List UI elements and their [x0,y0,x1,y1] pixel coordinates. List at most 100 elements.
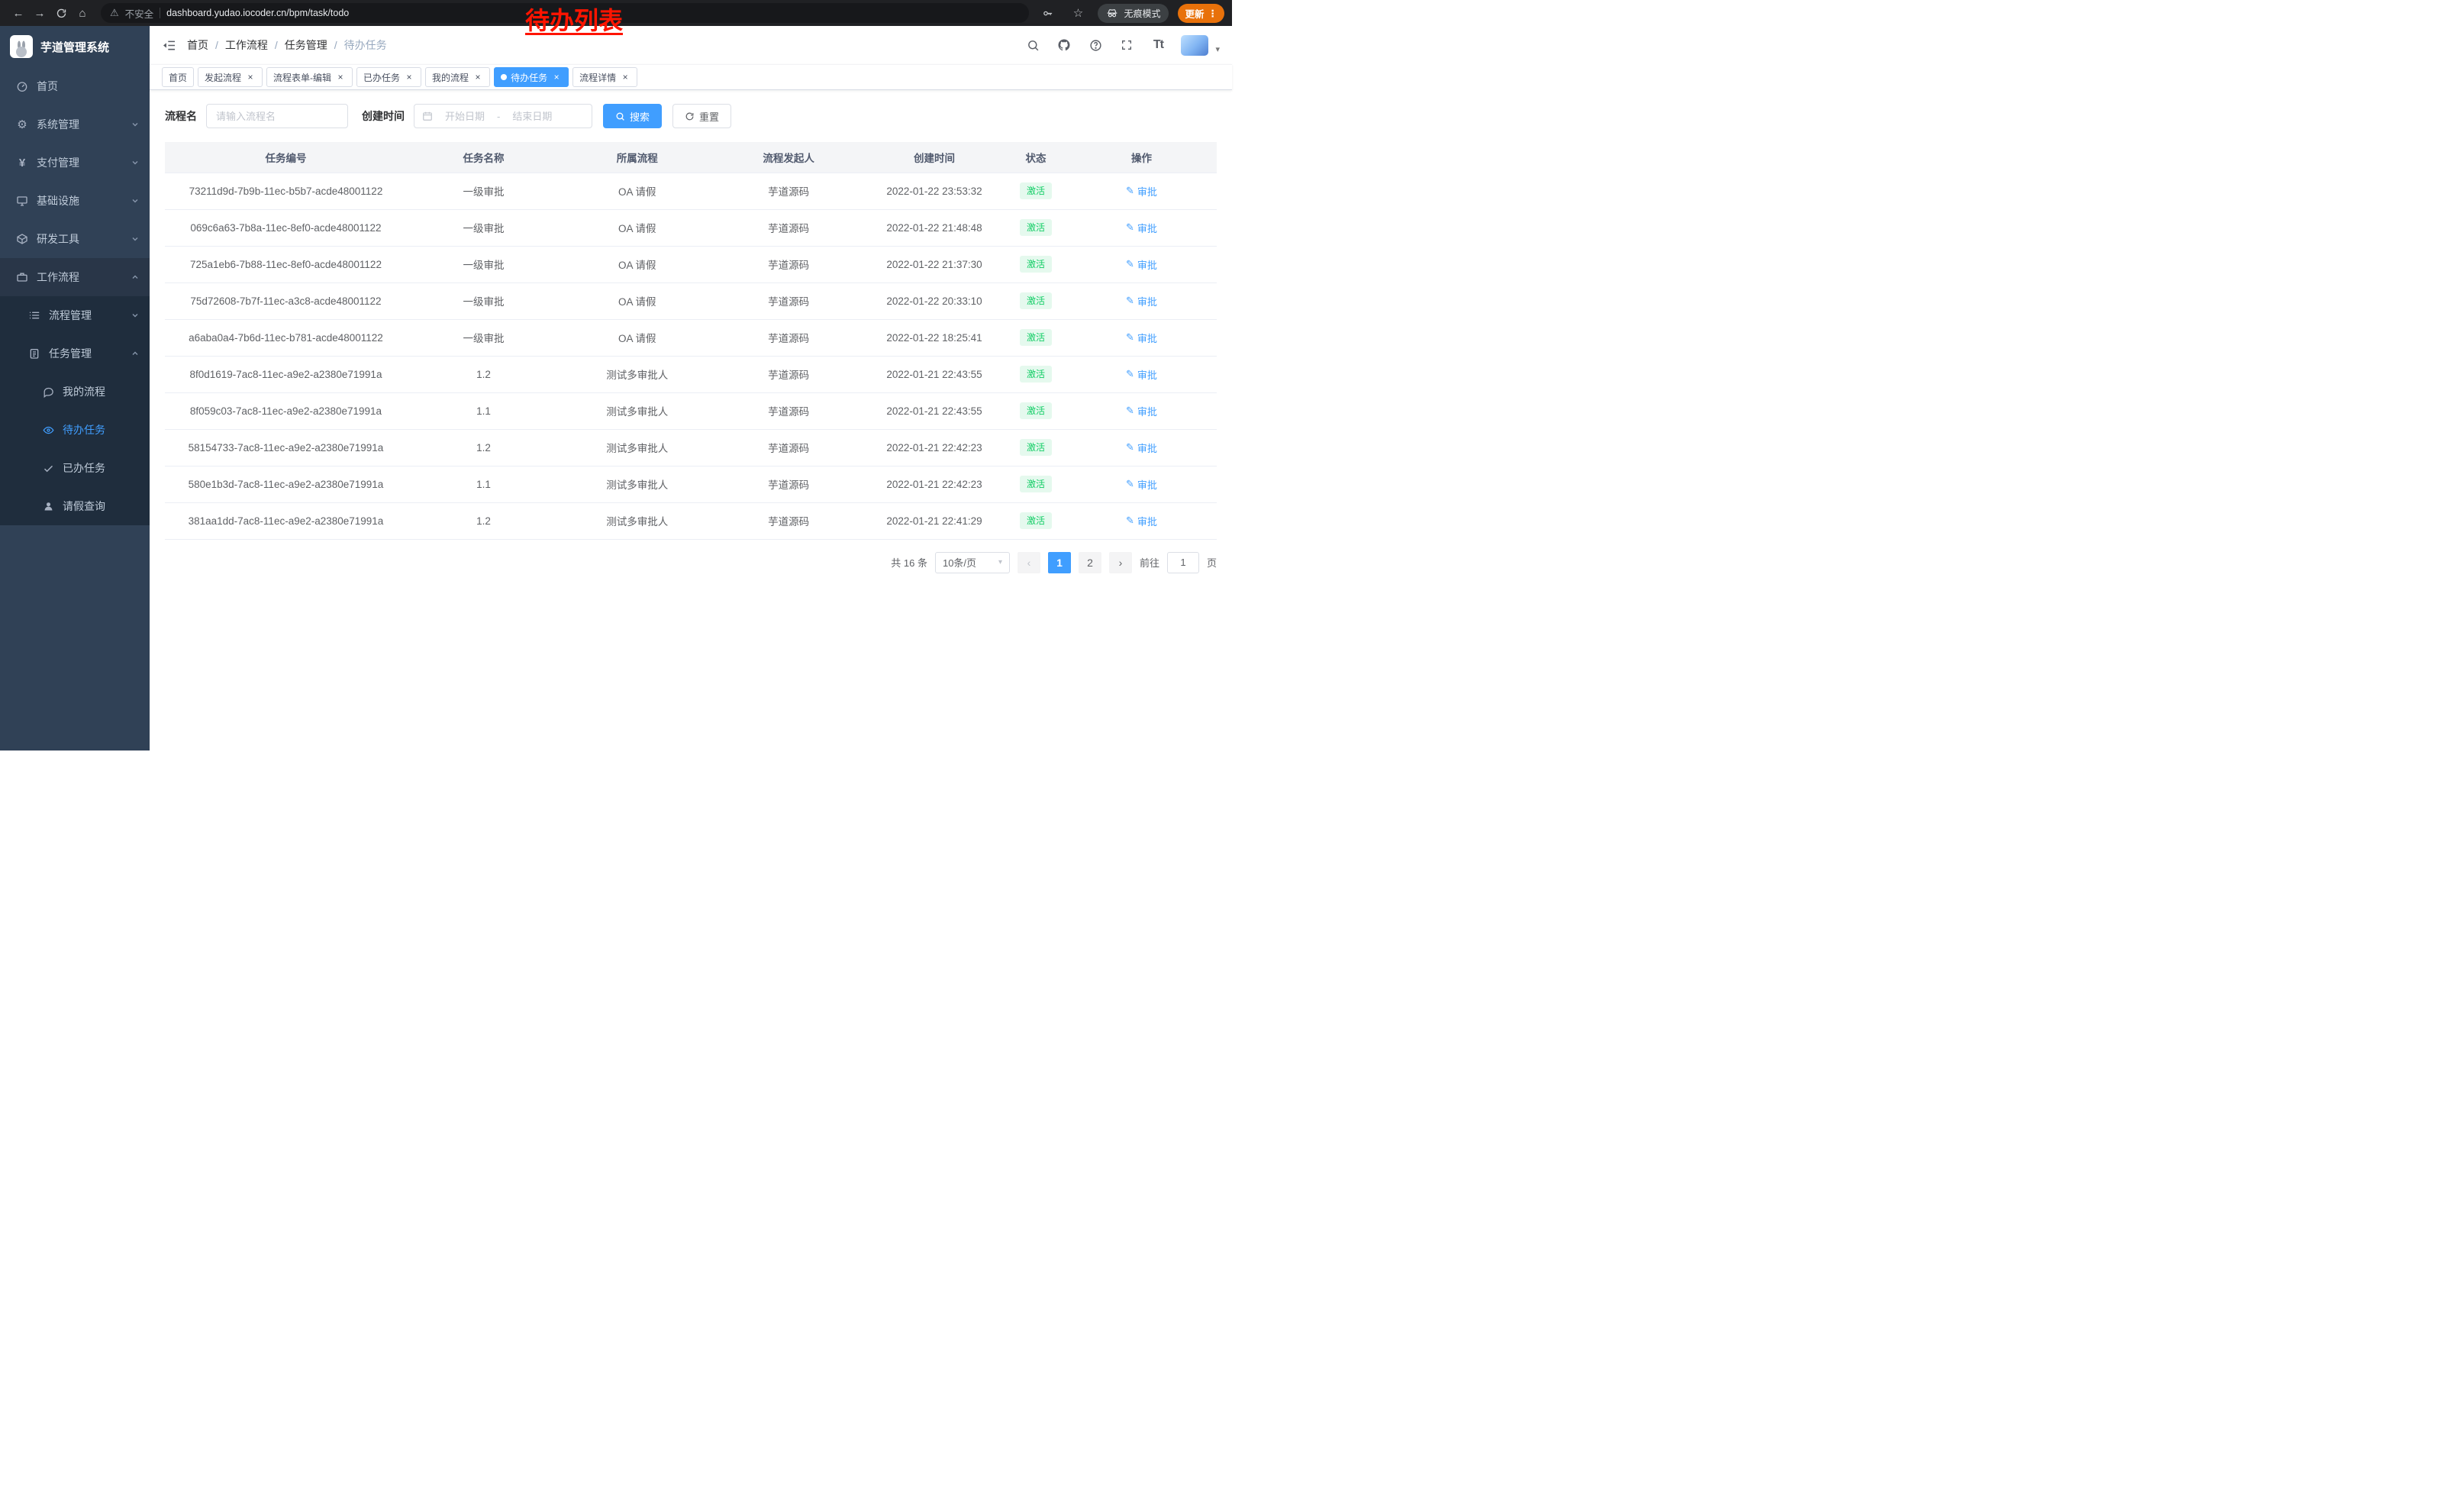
sidebar-item-payment[interactable]: ¥ 支付管理 [0,144,150,182]
approve-link[interactable]: ✎审批 [1126,184,1157,199]
task-time-cell: 2022-01-22 21:48:48 [863,209,1005,246]
help-icon[interactable] [1087,37,1104,53]
sidebar-item-label: 已办任务 [63,460,105,476]
task-time-cell: 2022-01-22 23:53:32 [863,173,1005,209]
view-tag[interactable]: 流程表单-编辑 × [266,67,353,87]
table-row: 58154733-7ac8-11ec-a9e2-a2380e71991a 1.2… [165,429,1217,466]
chevron-down-icon [131,121,139,128]
list-icon [26,309,43,321]
status-badge: 激活 [1020,439,1052,456]
sidebar-item-infra[interactable]: 基础设施 [0,182,150,220]
sidebar-item-task-mgmt[interactable]: 任务管理 [0,334,150,373]
close-icon[interactable]: × [245,72,256,82]
view-tag[interactable]: 已办任务 × [356,67,421,87]
sidebar-item-label: 我的流程 [63,384,105,399]
edit-icon: ✎ [1126,295,1134,307]
approve-link[interactable]: ✎审批 [1126,331,1157,345]
sidebar-item-leave-query[interactable]: 请假查询 [0,487,150,525]
tag-label: 流程表单-编辑 [273,71,331,84]
close-icon[interactable]: × [335,72,346,82]
process-name-input[interactable] [206,104,348,128]
sidebar-item-done-tasks[interactable]: 已办任务 [0,449,150,487]
date-range-picker[interactable]: - [414,104,592,128]
approve-link[interactable]: ✎审批 [1126,294,1157,308]
key-icon[interactable] [1037,2,1058,24]
end-date-input[interactable] [505,110,560,123]
page-content: 流程名 创建时间 - 搜索 重置 [150,90,1232,750]
logo[interactable]: 芋道管理系统 [0,26,150,67]
sidebar-item-home[interactable]: 首页 [0,67,150,105]
approve-link[interactable]: ✎审批 [1126,514,1157,528]
edit-icon: ✎ [1126,515,1134,527]
approve-link[interactable]: ✎审批 [1126,367,1157,382]
back-icon[interactable]: ← [8,2,29,24]
sidebar-item-workflow[interactable]: 工作流程 [0,258,150,296]
col-create-time: 创建时间 [863,142,1005,173]
next-page-button[interactable]: › [1109,552,1132,573]
reload-icon[interactable] [50,2,72,24]
task-time-cell: 2022-01-22 20:33:10 [863,282,1005,319]
warning-icon[interactable]: ⚠ [110,7,119,19]
approve-link[interactable]: ✎审批 [1126,221,1157,235]
view-tag[interactable]: 我的流程 × [425,67,490,87]
view-tag[interactable]: 首页 [162,67,194,87]
sidebar-item-label: 请假查询 [63,499,105,514]
breadcrumb-workflow[interactable]: 工作流程 [225,37,268,53]
close-icon[interactable]: × [472,72,483,82]
sidebar-item-system[interactable]: ⚙ 系统管理 [0,105,150,144]
avatar[interactable] [1181,35,1208,56]
close-icon[interactable]: × [620,72,631,82]
close-icon[interactable]: × [404,72,414,82]
approve-link[interactable]: ✎审批 [1126,441,1157,455]
approve-link[interactable]: ✎审批 [1126,257,1157,272]
sidebar-toggle-icon[interactable] [162,38,176,53]
sidebar-item-todo-tasks[interactable]: 待办任务 [0,411,150,449]
view-tag[interactable]: 流程详情 × [572,67,637,87]
task-name-cell: 1.1 [407,466,560,502]
page-button-2[interactable]: 2 [1079,552,1101,573]
view-tag[interactable]: 发起流程 × [198,67,263,87]
sidebar-item-devtools[interactable]: 研发工具 [0,220,150,258]
table-row: a6aba0a4-7b6d-11ec-b781-acde48001122 一级审… [165,319,1217,356]
task-process-cell: OA 请假 [560,282,714,319]
forward-icon[interactable]: → [29,2,50,24]
browser-menu-icon[interactable]: ⋮ [1208,8,1218,19]
search-icon[interactable] [1024,37,1041,53]
caret-down-icon[interactable]: ▾ [1215,44,1220,56]
github-icon[interactable] [1056,37,1072,53]
chevron-up-icon [131,273,139,281]
font-size-icon[interactable]: Tt [1150,37,1166,53]
prev-page-button[interactable]: ‹ [1018,552,1040,573]
task-starter-cell: 芋道源码 [714,173,863,209]
approve-link[interactable]: ✎审批 [1126,404,1157,418]
tag-label: 已办任务 [363,71,400,84]
task-status-cell: 激活 [1005,356,1066,392]
table-row: 725a1eb6-7b88-11ec-8ef0-acde48001122 一级审… [165,246,1217,282]
page-size-select[interactable]: 10条/页 ▾ [935,552,1010,573]
url-text[interactable]: dashboard.yudao.iocoder.cn/bpm/task/todo [166,8,349,18]
view-tag[interactable]: 待办任务 × [494,67,569,87]
task-id-cell: 725a1eb6-7b88-11ec-8ef0-acde48001122 [165,246,407,282]
approve-link[interactable]: ✎审批 [1126,477,1157,492]
page-button-1[interactable]: 1 [1048,552,1071,573]
sidebar-item-my-process[interactable]: 我的流程 [0,373,150,411]
search-button[interactable]: 搜索 [603,104,662,128]
update-button[interactable]: 更新 ⋮ [1178,4,1224,23]
task-process-cell: OA 请假 [560,246,714,282]
reset-button-label: 重置 [699,109,719,124]
close-icon[interactable]: × [551,72,562,82]
bookmark-star-icon[interactable]: ☆ [1067,2,1088,24]
status-badge: 激活 [1020,182,1052,199]
tag-label: 首页 [169,71,187,84]
approve-link-label: 审批 [1137,441,1157,455]
breadcrumb-home[interactable]: 首页 [187,37,208,53]
start-date-input[interactable] [437,110,492,123]
sidebar-item-process-mgmt[interactable]: 流程管理 [0,296,150,334]
goto-page-input[interactable] [1167,552,1199,573]
breadcrumb-task-mgmt[interactable]: 任务管理 [285,37,327,53]
reset-button[interactable]: 重置 [672,104,731,128]
task-process-cell: 测试多审批人 [560,502,714,539]
table-row: 8f0d1619-7ac8-11ec-a9e2-a2380e71991a 1.2… [165,356,1217,392]
fullscreen-icon[interactable] [1118,37,1135,53]
home-icon[interactable]: ⌂ [72,2,93,24]
